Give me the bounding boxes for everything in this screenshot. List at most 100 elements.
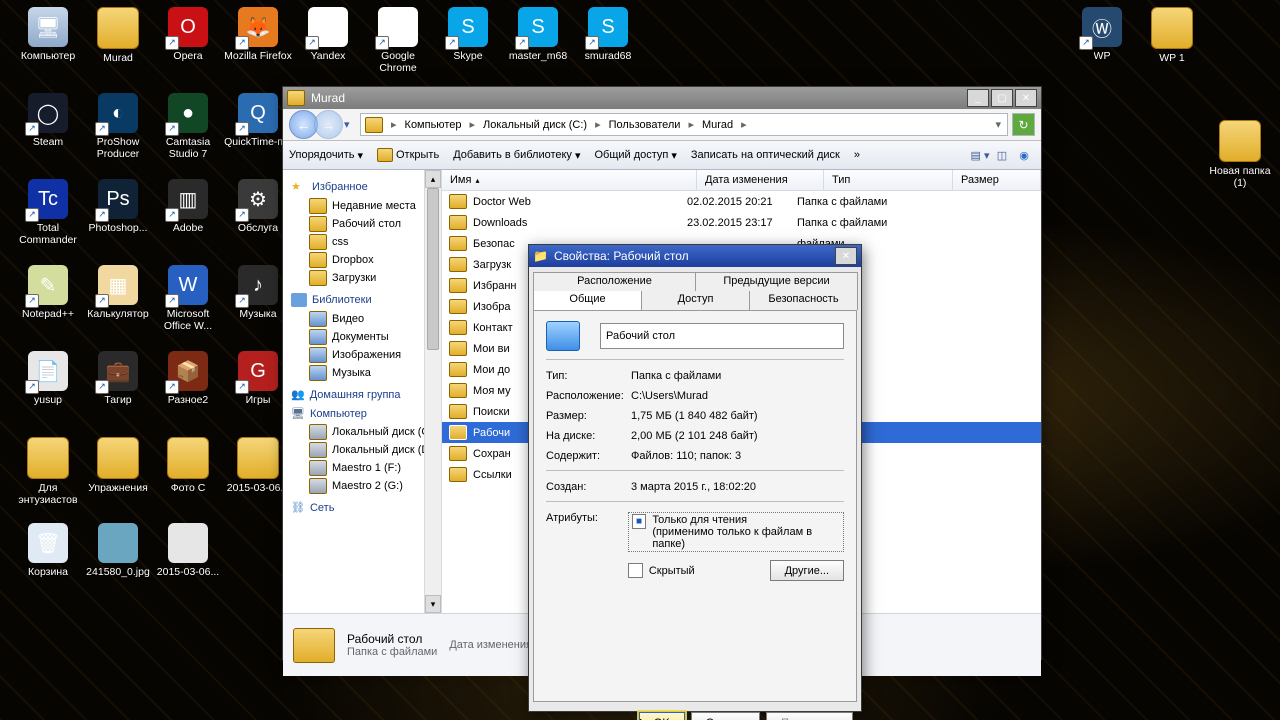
nav-computer-header[interactable]: 🖥Компьютер: [291, 407, 441, 420]
nav-item[interactable]: Музыка: [291, 364, 441, 382]
app-icon: ◐↗: [98, 93, 138, 133]
nav-item[interactable]: Видео: [291, 310, 441, 328]
explorer-titlebar[interactable]: Murad _ ▢ ✕: [283, 87, 1041, 109]
tab-general[interactable]: Общие: [533, 291, 642, 310]
desktop-icon[interactable]: S↗Skype: [434, 7, 502, 62]
tab-access[interactable]: Доступ: [641, 291, 750, 310]
desktop-icon[interactable]: 💼↗Тагир: [84, 351, 152, 406]
nav-item[interactable]: Maestro 2 (G:): [291, 477, 441, 495]
nav-item[interactable]: Недавние места: [291, 197, 441, 215]
ok-button[interactable]: OK: [639, 712, 685, 720]
desktop-icon[interactable]: 📦↗Разное2: [154, 351, 222, 406]
readonly-checkbox[interactable]: ■: [632, 514, 646, 529]
organize-menu[interactable]: Упорядочить ▾: [289, 149, 363, 162]
burn-button[interactable]: Записать на оптический диск: [691, 149, 840, 161]
col-size[interactable]: Размер: [953, 170, 1041, 190]
desktop-icon[interactable]: 🦊↗Mozilla Firefox: [224, 7, 292, 62]
nav-history-dropdown[interactable]: ▾: [344, 118, 355, 131]
desktop-icon[interactable]: S↗smurad68: [574, 7, 642, 62]
nav-item-label: Документы: [332, 331, 389, 343]
crumb-murad[interactable]: Murad: [698, 119, 737, 131]
scroll-down-button[interactable]: ▾: [425, 595, 441, 613]
desktop-icon[interactable]: Новая папка (1): [1206, 120, 1274, 189]
nav-item[interactable]: Локальный диск (D:): [291, 441, 441, 459]
add-to-library-menu[interactable]: Добавить в библиотеку ▾: [453, 149, 580, 162]
desktop-icon[interactable]: Ps↗Photoshop...: [84, 179, 152, 234]
nav-favorites-header[interactable]: ★Избранное: [291, 180, 441, 194]
file-name: Doctor Web: [473, 196, 531, 208]
nav-network-header[interactable]: ⛓Сеть: [291, 501, 441, 514]
dialog-buttons: OK Отмена Применить: [529, 706, 861, 720]
desktop-icon[interactable]: 📄↗yusup: [14, 351, 82, 406]
folder-name-input[interactable]: [600, 323, 844, 349]
desktop-icon-label: WP: [1094, 50, 1111, 62]
desktop-icon[interactable]: Y↗Yandex: [294, 7, 362, 62]
shortcut-overlay-icon: ↗: [235, 36, 249, 50]
desktop-icon[interactable]: Упражнения: [84, 437, 152, 494]
preview-pane-button[interactable]: ◫: [991, 149, 1013, 162]
desktop-icon[interactable]: Ⓦ↗WP: [1068, 7, 1136, 62]
file-row[interactable]: Downloads23.02.2015 23:17Папка с файлами: [442, 212, 1041, 233]
col-name[interactable]: Имя ▴: [442, 170, 697, 190]
desktop-icon[interactable]: ◯↗Steam: [14, 93, 82, 148]
crumb-computer[interactable]: Компьютер: [401, 119, 466, 131]
refresh-button[interactable]: ↻: [1012, 113, 1035, 136]
desktop-icon[interactable]: 🗑Корзина: [14, 523, 82, 578]
tab-security[interactable]: Безопасность: [749, 291, 858, 310]
breadcrumb[interactable]: ▸ Компьютер▸ Локальный диск (C:)▸ Пользо…: [360, 113, 1008, 136]
other-attributes-button[interactable]: Другие...: [770, 560, 844, 581]
desktop-icon[interactable]: ◐↗ProShow Producer: [84, 93, 152, 160]
shortcut-overlay-icon: ↗: [25, 294, 39, 308]
nav-scrollbar[interactable]: ▴ ▾: [424, 170, 441, 613]
col-type[interactable]: Тип: [824, 170, 953, 190]
file-row[interactable]: Doctor Web02.02.2015 20:21Папка с файлам…: [442, 191, 1041, 212]
desktop-icon[interactable]: ◎↗Google Chrome: [364, 7, 432, 74]
desktop-icon[interactable]: 241580_0.jpg: [84, 523, 152, 578]
nav-item[interactable]: Maestro 1 (F:): [291, 459, 441, 477]
desktop-icon[interactable]: Murad: [84, 7, 152, 64]
cancel-button[interactable]: Отмена: [691, 712, 760, 720]
properties-titlebar[interactable]: 📁 Свойства: Рабочий стол ✕: [529, 245, 861, 267]
toolbar-overflow[interactable]: »: [854, 149, 860, 161]
apply-button[interactable]: Применить: [766, 712, 853, 720]
share-menu[interactable]: Общий доступ ▾: [594, 149, 676, 162]
desktop-icon[interactable]: Фото С: [154, 437, 222, 494]
scroll-up-button[interactable]: ▴: [425, 170, 441, 188]
scroll-thumb[interactable]: [427, 188, 439, 350]
maximize-button[interactable]: ▢: [991, 89, 1013, 107]
desktop-icon[interactable]: 🖥Компьютер: [14, 7, 82, 62]
desktop-icon[interactable]: Tc↗Total Commander: [14, 179, 82, 246]
desktop-icon[interactable]: Для энтузиастов: [14, 437, 82, 506]
crumb-cdrive[interactable]: Локальный диск (C:): [479, 119, 591, 131]
nav-item[interactable]: Изображения: [291, 346, 441, 364]
tab-location[interactable]: Расположение: [533, 272, 696, 291]
crumb-users[interactable]: Пользователи: [605, 119, 685, 131]
desktop-icon[interactable]: WP 1: [1138, 7, 1206, 64]
nav-item[interactable]: Dropbox: [291, 251, 441, 269]
nav-item[interactable]: Рабочий стол: [291, 215, 441, 233]
close-button[interactable]: ✕: [1015, 89, 1037, 107]
close-button[interactable]: ✕: [835, 247, 857, 265]
nav-libraries-header[interactable]: Библиотеки: [291, 293, 441, 307]
tab-previous-versions[interactable]: Предыдущие версии: [695, 272, 858, 291]
desktop-icon[interactable]: ●↗Camtasia Studio 7: [154, 93, 222, 160]
minimize-button[interactable]: _: [967, 89, 989, 107]
view-options-button[interactable]: ▤ ▾: [969, 149, 991, 162]
nav-item[interactable]: Локальный диск (C:): [291, 423, 441, 441]
desktop-icon[interactable]: W↗Microsoft Office W...: [154, 265, 222, 332]
col-date[interactable]: Дата изменения: [697, 170, 824, 190]
nav-item[interactable]: Загрузки: [291, 269, 441, 287]
desktop-icon[interactable]: ▥↗Adobe: [154, 179, 222, 234]
desktop-icon[interactable]: 2015-03-06...: [154, 523, 222, 578]
nav-homegroup-header[interactable]: 👥Домашняя группа: [291, 388, 441, 401]
desktop-icon[interactable]: S↗master_m68: [504, 7, 572, 62]
desktop-icon[interactable]: ✎↗Notepad++: [14, 265, 82, 320]
forward-button[interactable]: →: [314, 110, 343, 139]
desktop-icon[interactable]: ▦↗Калькулятор: [84, 265, 152, 320]
hidden-checkbox[interactable]: [628, 563, 643, 578]
nav-item[interactable]: css: [291, 233, 441, 251]
nav-item[interactable]: Документы: [291, 328, 441, 346]
open-button[interactable]: Открыть: [377, 148, 439, 162]
help-button[interactable]: ◉: [1013, 149, 1035, 162]
desktop-icon[interactable]: O↗Opera: [154, 7, 222, 62]
